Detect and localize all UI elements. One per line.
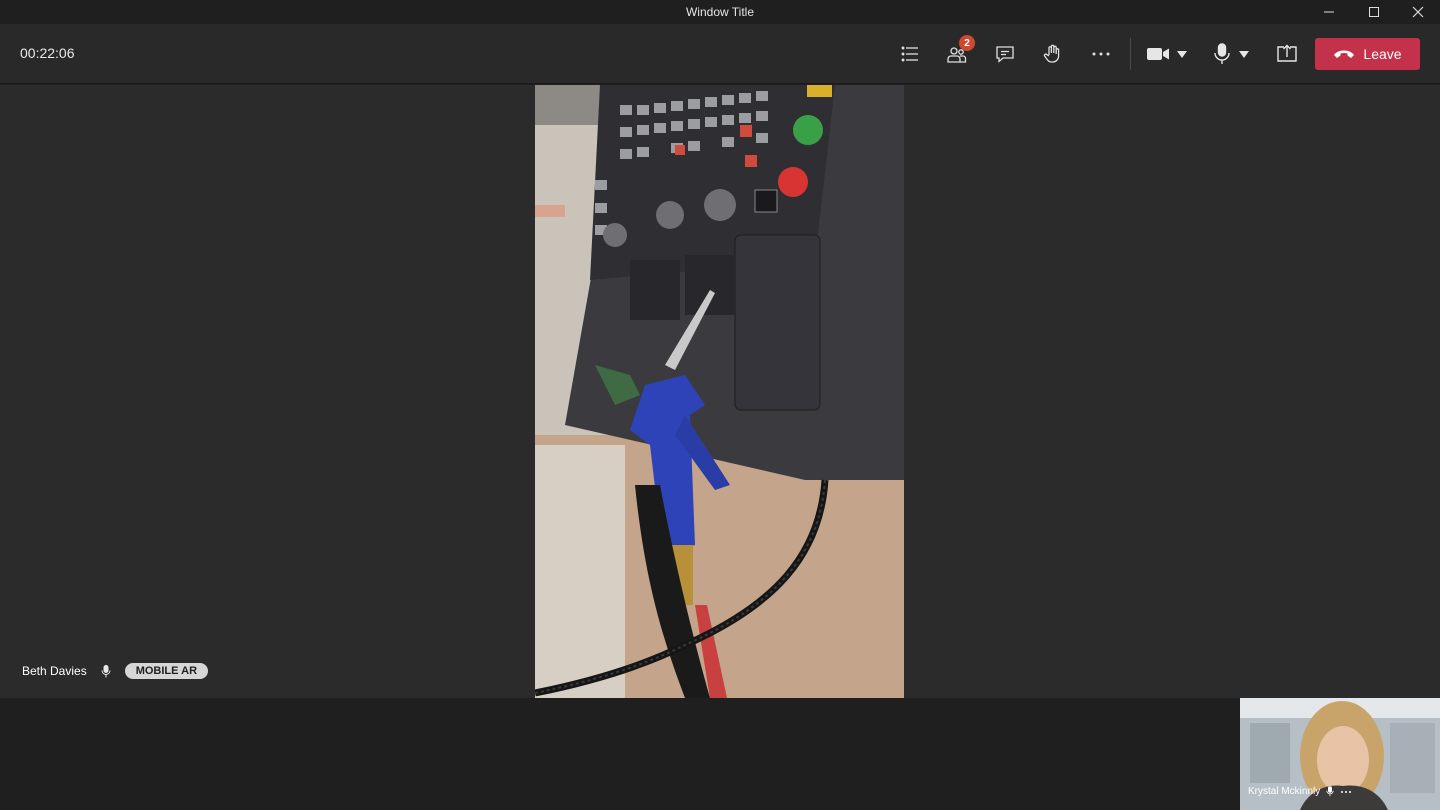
participants-count-badge: 2 bbox=[959, 35, 975, 51]
window-title: Window Title bbox=[685, 5, 755, 19]
mobile-ar-tag: MOBILE AR bbox=[124, 663, 209, 679]
call-timer: 00:22:06 bbox=[20, 45, 75, 61]
chat-button[interactable] bbox=[985, 34, 1025, 74]
self-video-preview[interactable]: Krystal Mckinnly bbox=[1240, 698, 1440, 810]
maximize-button[interactable] bbox=[1351, 0, 1397, 24]
microphone-toggle-button[interactable] bbox=[1206, 34, 1256, 74]
presenter-mic-status bbox=[101, 664, 111, 678]
minimize-button[interactable] bbox=[1306, 0, 1352, 24]
raise-hand-icon bbox=[1043, 44, 1060, 63]
microphone-icon bbox=[1326, 786, 1334, 797]
chevron-down-icon bbox=[1177, 51, 1187, 58]
more-actions-button[interactable] bbox=[1081, 34, 1121, 74]
main-stage: Beth Davies MOBILE AR bbox=[0, 85, 1440, 698]
meeting-toolbar: 00:22:06 2 Leave bbox=[0, 24, 1440, 84]
phone-hangup-icon bbox=[1334, 50, 1355, 58]
more-icon[interactable] bbox=[1340, 790, 1352, 794]
share-screen-icon bbox=[1277, 44, 1297, 62]
chat-icon bbox=[996, 46, 1014, 63]
microphone-icon bbox=[101, 664, 111, 677]
agenda-button[interactable] bbox=[890, 34, 930, 74]
presenter-name: Beth Davies bbox=[22, 664, 87, 678]
leave-button[interactable]: Leave bbox=[1315, 38, 1420, 70]
self-view-label: Krystal Mckinnly bbox=[1248, 786, 1352, 797]
microphone-icon bbox=[1214, 43, 1230, 64]
more-icon bbox=[1092, 52, 1110, 56]
leave-label: Leave bbox=[1363, 46, 1402, 62]
bottom-strip: Krystal Mckinnly bbox=[0, 698, 1440, 810]
raise-hand-button[interactable] bbox=[1033, 34, 1073, 74]
cnc-machine-panel-image bbox=[535, 85, 904, 698]
presenter-caption: Beth Davies MOBILE AR bbox=[22, 662, 209, 680]
minimize-icon bbox=[1324, 11, 1334, 13]
list-icon bbox=[901, 46, 918, 62]
close-icon bbox=[1412, 6, 1424, 18]
close-window-button[interactable] bbox=[1395, 0, 1440, 24]
title-bar: Window Title bbox=[0, 0, 1440, 24]
toolbar-divider bbox=[1130, 38, 1131, 70]
share-screen-button[interactable] bbox=[1267, 34, 1307, 74]
camera-toggle-button[interactable] bbox=[1142, 34, 1192, 74]
self-view-name: Krystal Mckinnly bbox=[1248, 786, 1321, 797]
participants-button[interactable]: 2 bbox=[937, 34, 977, 74]
chevron-down-icon bbox=[1239, 51, 1249, 58]
presenter-video-feed[interactable] bbox=[535, 85, 904, 698]
maximize-icon bbox=[1369, 7, 1379, 17]
camera-icon bbox=[1147, 48, 1169, 60]
